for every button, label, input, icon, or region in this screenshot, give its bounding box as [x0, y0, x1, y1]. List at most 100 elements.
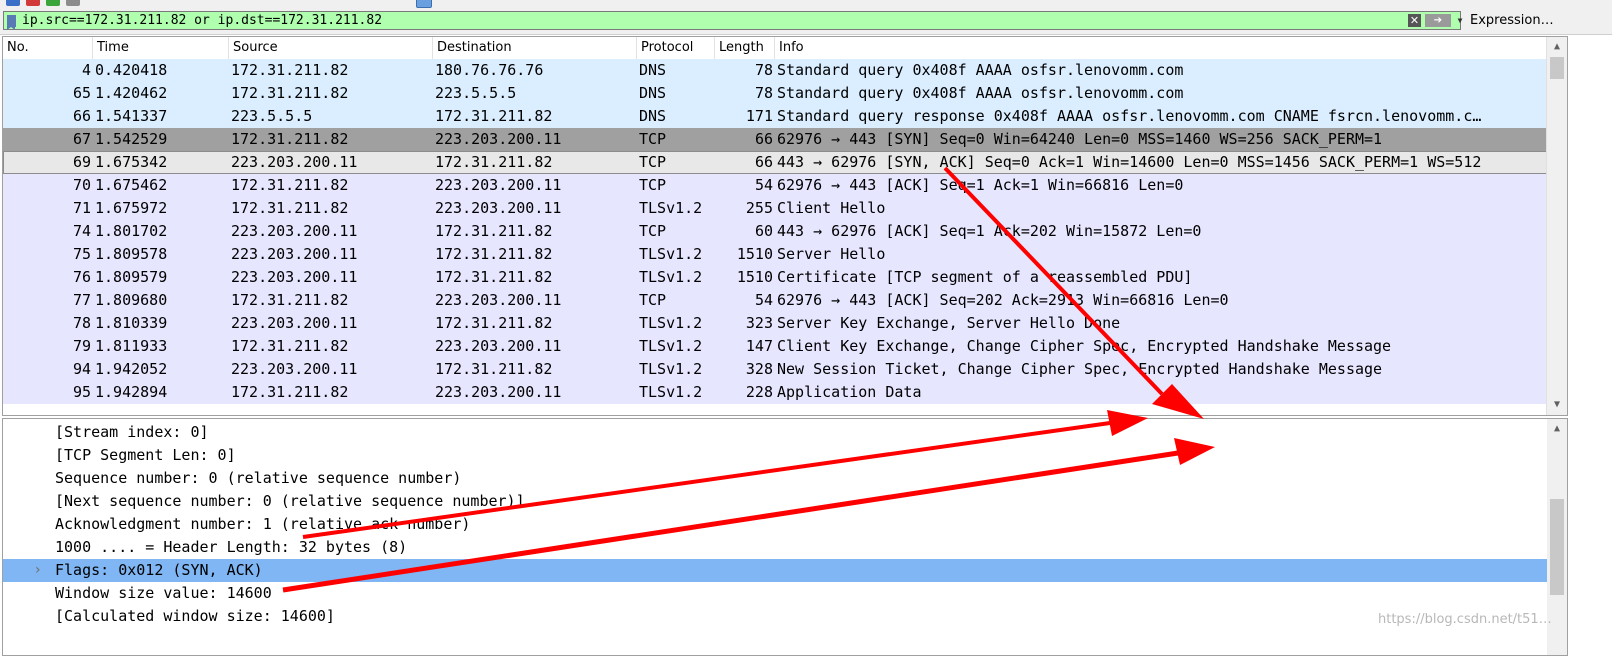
packet-row[interactable]: 4 0.420418 172.31.211.82 180.76.76.76 DN…: [3, 59, 1549, 82]
stop-capture-icon[interactable]: [26, 0, 40, 6]
shark-fin-icon[interactable]: [6, 0, 20, 6]
packet-row[interactable]: 74 1.801702 223.203.200.11 172.31.211.82…: [3, 220, 1549, 243]
packet-row[interactable]: 76 1.809579 223.203.200.11 172.31.211.82…: [3, 266, 1549, 289]
cell-no: 66: [72, 107, 91, 125]
packet-row[interactable]: 94 1.942052 223.203.200.11 172.31.211.82…: [3, 358, 1549, 381]
capture-options-icon[interactable]: [66, 0, 80, 6]
detail-line[interactable]: 1000 .... = Header Length: 32 bytes (8): [3, 536, 1547, 559]
detail-text: [Calculated window size: 14600]: [55, 607, 335, 625]
watermark: https://blog.csdn.net/t51…: [1378, 612, 1552, 627]
cell-info: Client Key Exchange, Change Cipher Spec,…: [777, 337, 1392, 355]
cell-length: 1510: [736, 245, 773, 263]
scroll-down-icon[interactable]: ▼: [1547, 395, 1567, 415]
detail-line[interactable]: [Calculated window size: 14600]: [3, 605, 1547, 628]
cell-no: 74: [72, 222, 91, 240]
column-header-length[interactable]: Length: [715, 37, 775, 59]
cell-source: 172.31.211.82: [231, 84, 349, 102]
cell-destination: 172.31.211.82: [435, 268, 553, 286]
detail-line[interactable]: [Next sequence number: 0 (relative seque…: [3, 490, 1547, 513]
cell-destination: 223.203.200.11: [435, 291, 562, 309]
display-filter-input[interactable]: ip.src==172.31.211.82 or ip.dst==172.31.…: [3, 11, 1462, 30]
display-filter-text[interactable]: ip.src==172.31.211.82 or ip.dst==172.31.…: [22, 13, 382, 29]
expression-button[interactable]: Expression…: [1470, 13, 1554, 28]
packet-row[interactable]: 77 1.809680 172.31.211.82 223.203.200.11…: [3, 289, 1549, 312]
cell-source: 223.5.5.5: [231, 107, 313, 125]
cell-destination: 223.203.200.11: [435, 337, 562, 355]
detail-text: Window size value: 14600: [55, 584, 272, 602]
packet-list-scrollbar[interactable]: ▲ ▼: [1546, 37, 1567, 415]
packet-row[interactable]: 66 1.541337 223.5.5.5 172.31.211.82 DNS …: [3, 105, 1549, 128]
cell-length: 323: [745, 314, 773, 332]
cell-info: New Session Ticket, Change Cipher Spec, …: [777, 360, 1383, 378]
cell-time: 1.675462: [95, 176, 168, 194]
column-header-destination[interactable]: Destination: [433, 37, 637, 59]
cell-time: 1.809579: [95, 268, 168, 286]
cell-time: 1.420462: [95, 84, 168, 102]
cell-protocol: TLSv1.2: [639, 245, 703, 263]
cell-source: 172.31.211.82: [231, 337, 349, 355]
bookmark-icon[interactable]: [7, 15, 16, 30]
column-header-info[interactable]: Info: [775, 37, 1549, 59]
cell-info: Server Hello: [777, 245, 886, 263]
cell-time: 1.801702: [95, 222, 168, 240]
cell-info: 443 → 62976 [ACK] Seq=1 Ack=202 Win=1587…: [777, 222, 1202, 240]
cell-destination: 223.5.5.5: [435, 84, 517, 102]
scroll-thumb[interactable]: [1550, 499, 1564, 595]
cell-destination: 223.203.200.11: [435, 383, 562, 401]
detail-line[interactable]: Acknowledgment number: 1 (relative ack n…: [3, 513, 1547, 536]
cell-info: Certificate [TCP segment of a reassemble…: [777, 268, 1193, 286]
cell-length: 78: [754, 61, 773, 79]
cell-no: 95: [72, 383, 91, 401]
cell-destination: 172.31.211.82: [435, 222, 553, 240]
cell-protocol: TLSv1.2: [639, 199, 703, 217]
cell-protocol: TCP: [639, 153, 667, 171]
scroll-up-icon[interactable]: ▲: [1547, 419, 1567, 439]
cell-info: Standard query 0x408f AAAA osfsr.lenovom…: [777, 84, 1184, 102]
column-header-protocol[interactable]: Protocol: [637, 37, 715, 59]
cell-protocol: TCP: [639, 176, 667, 194]
cell-source: 223.203.200.11: [231, 245, 358, 263]
cell-no: 78: [72, 314, 91, 332]
detail-line[interactable]: Window size value: 14600: [3, 582, 1547, 605]
scroll-thumb[interactable]: [1550, 57, 1564, 79]
cell-info: Standard query response 0x408f AAAA osfs…: [777, 107, 1482, 125]
cell-source: 223.203.200.11: [231, 222, 358, 240]
detail-line[interactable]: Sequence number: 0 (relative sequence nu…: [3, 467, 1547, 490]
packet-row-selected[interactable]: 67 1.542529 172.31.211.82 223.203.200.11…: [3, 128, 1549, 151]
cell-time: 1.809680: [95, 291, 168, 309]
cell-destination: 223.203.200.11: [435, 176, 562, 194]
packet-row[interactable]: 78 1.810339 223.203.200.11 172.31.211.82…: [3, 312, 1549, 335]
cell-info: Standard query 0x408f AAAA osfsr.lenovom…: [777, 61, 1184, 79]
colorize-icon[interactable]: [416, 0, 432, 8]
restart-capture-icon[interactable]: [46, 0, 60, 6]
packet-row[interactable]: 95 1.942894 172.31.211.82 223.203.200.11…: [3, 381, 1549, 404]
cell-source: 172.31.211.82: [231, 61, 349, 79]
cell-no: 4: [81, 61, 91, 79]
column-header-source[interactable]: Source: [229, 37, 433, 59]
apply-filter-icon[interactable]: ➔: [1425, 14, 1451, 27]
filter-history-dropdown-icon[interactable]: ▼: [1454, 14, 1466, 27]
column-header-time[interactable]: Time: [93, 37, 229, 59]
cell-source: 223.203.200.11: [231, 268, 358, 286]
scroll-up-icon[interactable]: ▲: [1547, 37, 1567, 57]
detail-line[interactable]: [Stream index: 0]: [3, 421, 1547, 444]
expand-chevron-icon[interactable]: ›: [35, 559, 41, 582]
cell-no: 69: [72, 153, 91, 171]
clear-filter-icon[interactable]: ✕: [1408, 14, 1421, 27]
packet-row-focused[interactable]: 69 1.675342 223.203.200.11 172.31.211.82…: [3, 151, 1549, 174]
packet-row[interactable]: 79 1.811933 172.31.211.82 223.203.200.11…: [3, 335, 1549, 358]
packet-row[interactable]: 75 1.809578 223.203.200.11 172.31.211.82…: [3, 243, 1549, 266]
detail-line[interactable]: [TCP Segment Len: 0]: [3, 444, 1547, 467]
packet-row[interactable]: 71 1.675972 172.31.211.82 223.203.200.11…: [3, 197, 1549, 220]
cell-no: 76: [72, 268, 91, 286]
packet-row[interactable]: 65 1.420462 172.31.211.82 223.5.5.5 DNS …: [3, 82, 1549, 105]
cell-length: 328: [745, 360, 773, 378]
packet-row[interactable]: 70 1.675462 172.31.211.82 223.203.200.11…: [3, 174, 1549, 197]
cell-source: 223.203.200.11: [231, 153, 358, 171]
detail-line-selected[interactable]: › Flags: 0x012 (SYN, ACK): [3, 559, 1547, 582]
cell-time: 1.675972: [95, 199, 168, 217]
column-header-no[interactable]: No.: [3, 37, 93, 59]
cell-source: 172.31.211.82: [231, 176, 349, 194]
cell-length: 54: [754, 176, 773, 194]
cell-length: 78: [754, 84, 773, 102]
